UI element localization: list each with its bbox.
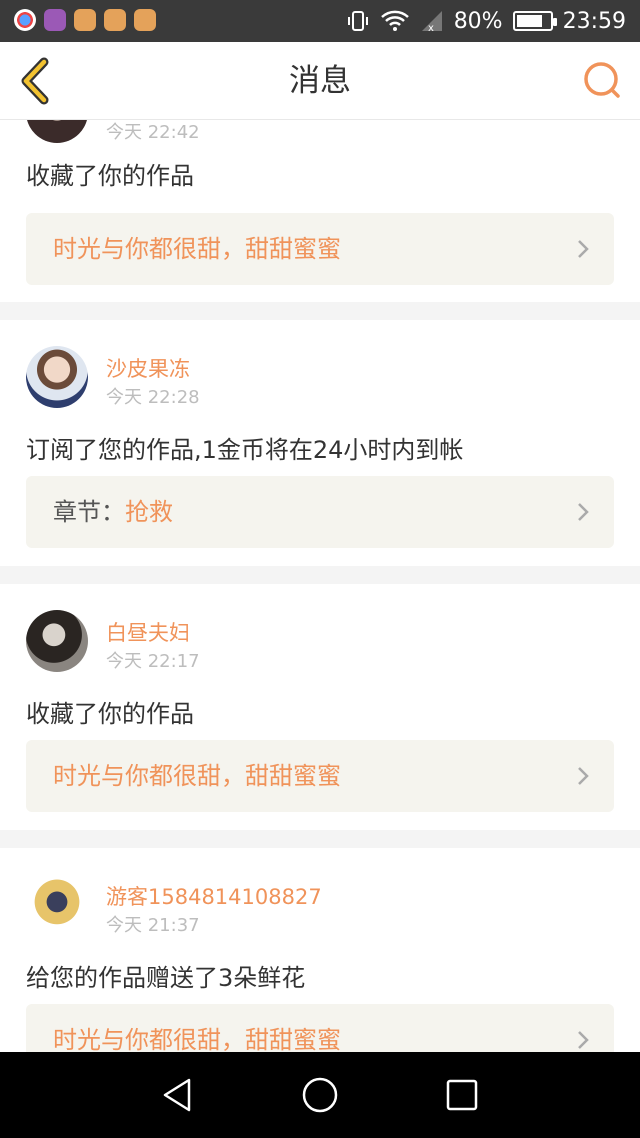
- system-navigation-bar: [0, 1052, 640, 1138]
- avatar[interactable]: [26, 874, 88, 936]
- message-time: 今天 22:28: [106, 387, 200, 408]
- username[interactable]: 沙皮果冻: [106, 353, 190, 383]
- message-time: 今天 22:17: [106, 651, 200, 672]
- back-triangle-icon[interactable]: [159, 1076, 197, 1114]
- treasure-cart-icon: [104, 9, 126, 31]
- avatar[interactable]: [26, 120, 88, 143]
- notification-icons: [14, 9, 156, 31]
- vibrate-icon: [347, 11, 368, 31]
- work-title: 抢救: [125, 498, 173, 526]
- clock: 23:59: [562, 8, 626, 34]
- gallery-icon: [44, 9, 66, 31]
- home-circle-icon[interactable]: [301, 1076, 339, 1114]
- work-link[interactable]: 时光与你都很甜，甜甜蜜蜜: [26, 213, 614, 285]
- username[interactable]: 白昼夫妇: [106, 617, 190, 647]
- page-title: 消息: [289, 63, 351, 99]
- work-title: 时光与你都很甜，甜甜蜜蜜: [53, 762, 341, 790]
- search-button[interactable]: [580, 58, 626, 104]
- message-time: 今天 22:42: [106, 122, 200, 143]
- chevron-right-icon: [578, 767, 589, 785]
- battery-percent: 80%: [453, 8, 503, 34]
- search-icon: [584, 62, 620, 98]
- list-item: 今天 22:42 收藏了你的作品 时光与你都很甜，甜甜蜜蜜: [0, 120, 640, 302]
- list-item: 白昼夫妇 今天 22:17 收藏了你的作品 时光与你都很甜，甜甜蜜蜜: [0, 584, 640, 830]
- recents-square-icon[interactable]: [443, 1076, 481, 1114]
- message-action: 收藏了你的作品: [26, 700, 194, 728]
- username[interactable]: 游客1584814108827: [106, 881, 322, 911]
- svg-text:x: x: [428, 23, 434, 33]
- avatar[interactable]: [26, 346, 88, 408]
- message-list[interactable]: 今天 22:42 收藏了你的作品 时光与你都很甜，甜甜蜜蜜 沙皮果冻 今天 22…: [0, 120, 640, 1052]
- message-action: 收藏了你的作品: [26, 162, 194, 190]
- work-link[interactable]: 时光与你都很甜，甜甜蜜蜜: [26, 1004, 614, 1052]
- work-link[interactable]: 章节：抢救: [26, 476, 614, 548]
- work-title: 时光与你都很甜，甜甜蜜蜜: [53, 235, 341, 263]
- chevron-right-icon: [578, 503, 589, 521]
- treasure-cart-icon: [134, 9, 156, 31]
- app-blue-icon: [14, 9, 36, 31]
- message-action: 订阅了您的作品,1金币将在24小时内到帐: [26, 436, 464, 464]
- list-item: 沙皮果冻 今天 22:28 订阅了您的作品,1金币将在24小时内到帐 章节：抢救: [0, 320, 640, 566]
- battery-level: [516, 15, 543, 27]
- chevron-right-icon: [578, 240, 589, 258]
- list-item: 游客1584814108827 今天 21:37 给您的作品赠送了3朵鲜花 时光…: [0, 848, 640, 1052]
- message-action: 给您的作品赠送了3朵鲜花: [26, 964, 306, 992]
- chevron-right-icon: [578, 1031, 589, 1049]
- treasure-cart-icon: [74, 9, 96, 31]
- app-header: 消息: [0, 42, 640, 120]
- avatar[interactable]: [26, 610, 88, 672]
- wifi-icon: [380, 10, 409, 31]
- work-title: 时光与你都很甜，甜甜蜜蜜: [53, 1026, 341, 1052]
- signal-icon: x: [421, 11, 442, 33]
- message-time: 今天 21:37: [106, 915, 200, 936]
- work-label: 章节：: [53, 498, 125, 526]
- status-bar: x 80% 23:59: [0, 0, 640, 42]
- work-link[interactable]: 时光与你都很甜，甜甜蜜蜜: [26, 740, 614, 812]
- battery-icon: [512, 11, 557, 31]
